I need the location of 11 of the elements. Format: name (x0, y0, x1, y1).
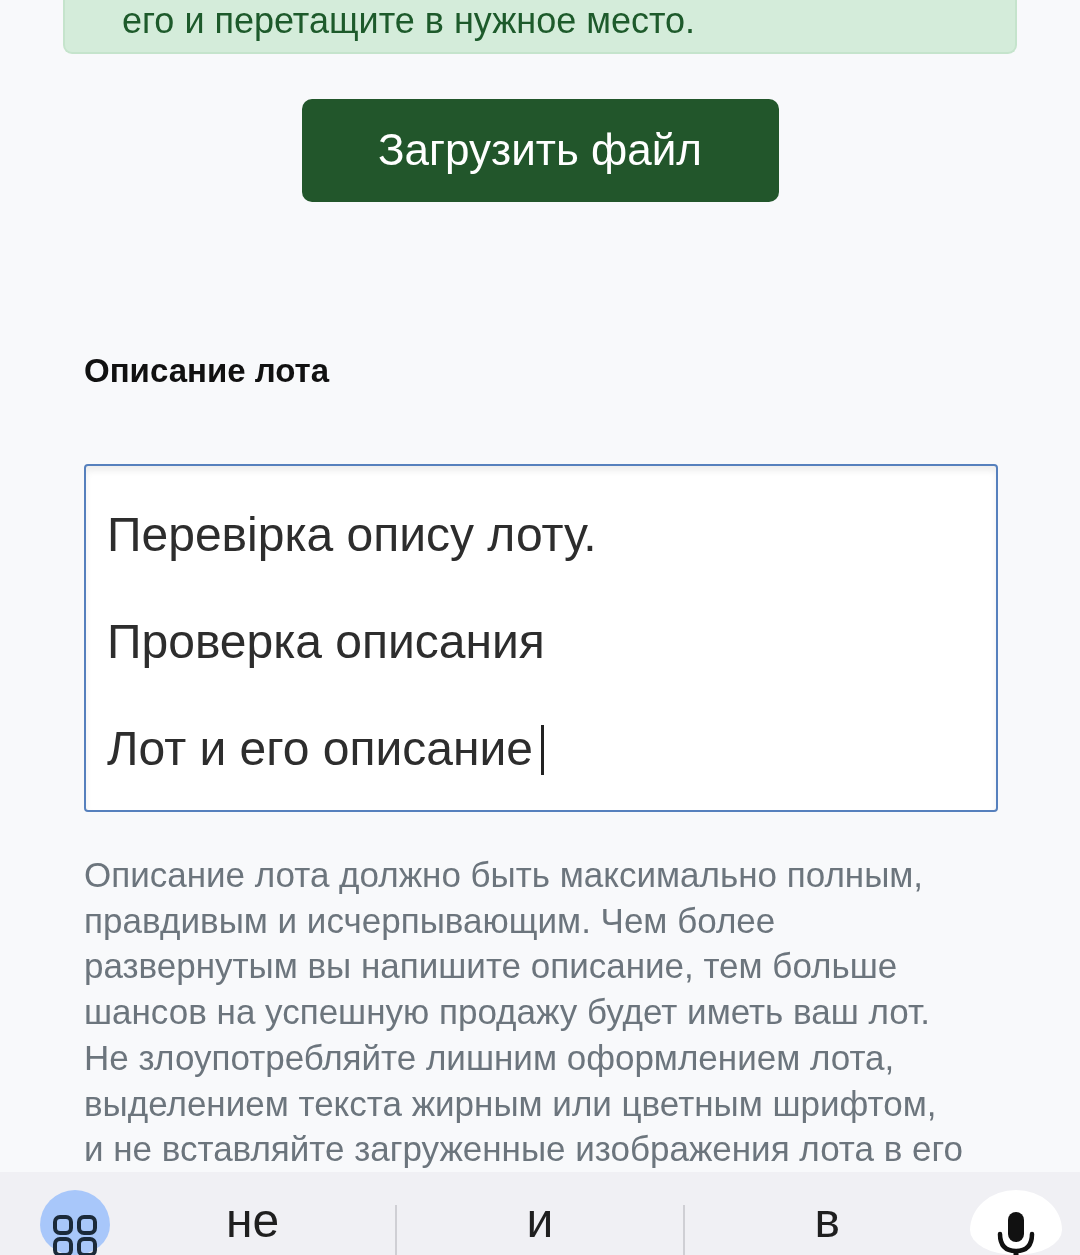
microphone-icon (995, 1210, 1037, 1255)
field-label: Описание лота (84, 351, 330, 391)
suggestion-word[interactable]: не (110, 1192, 396, 1250)
text-cursor-icon (541, 725, 544, 775)
suggestion-word[interactable]: в (684, 1192, 970, 1250)
grid-icon (53, 1215, 97, 1255)
upload-file-button[interactable]: Загрузить файл (301, 99, 779, 202)
help-text: Описание лота должно быть максимально полным, правдивым и исчерпывающим. Чем более развернутым вы напишите описание, тем больше шансов на успешную продажу будет иметь ваш лот. Не злоупотребляйте лишним оформлением лота, выделением текста жирным или цветным шрифтом, и не вставляйте загруженные изображения лота в его (84, 854, 963, 1171)
description-field[interactable]: Перевірка опису лоту. Проверка описания Лот и его описание (84, 464, 998, 813)
notice-text: его и перетащите в нужное место. (122, 0, 696, 42)
suggestion-word[interactable]: и (397, 1192, 683, 1250)
